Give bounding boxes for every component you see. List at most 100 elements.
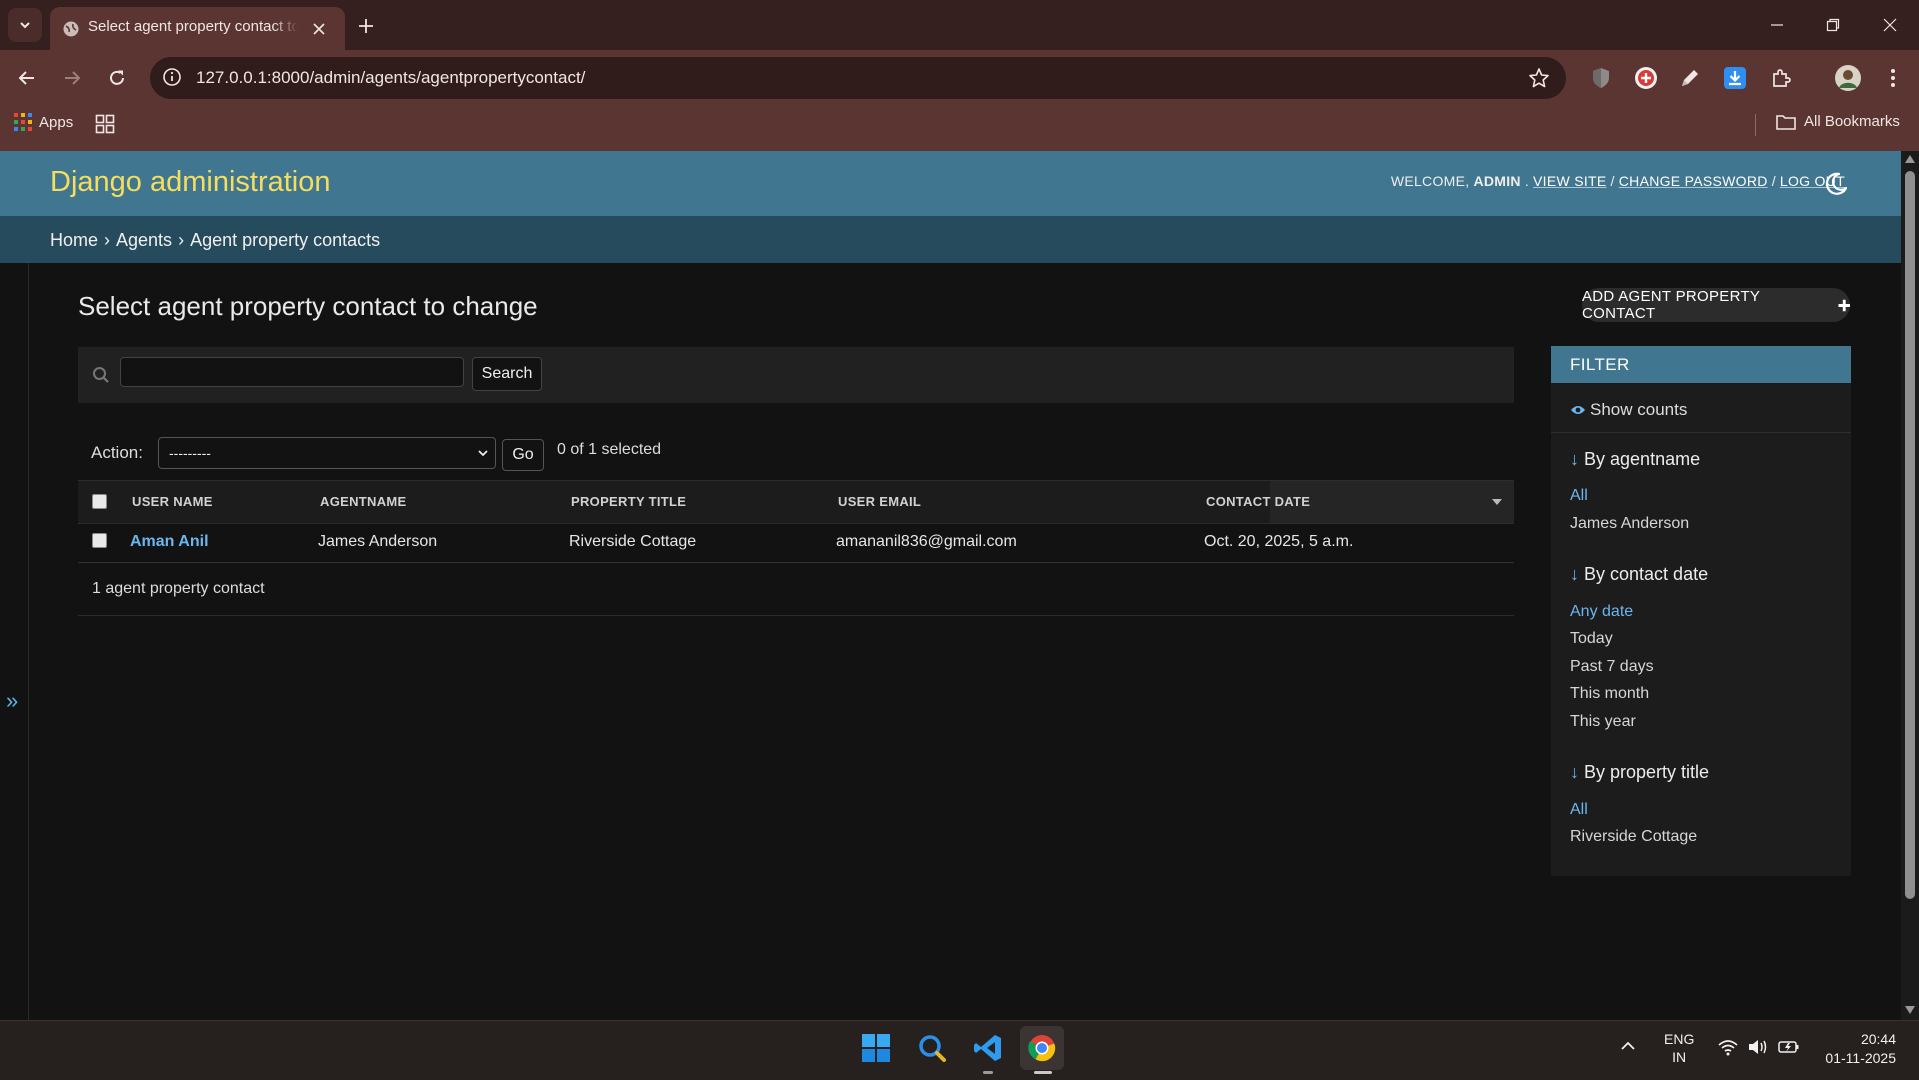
tab-search-icon[interactable] [8,8,42,42]
browser-tab[interactable]: Select agent property contact to change … [50,7,345,50]
action-selected-value: --------- [169,445,211,461]
url-text: 127.0.0.1:8000/admin/agents/agentpropert… [196,68,586,87]
back-icon[interactable] [11,62,43,94]
divider [78,615,1514,616]
go-button[interactable]: Go [502,439,544,471]
user-email-cell: amananil836@gmail.com [836,533,1017,550]
result-count: 1 agent property contact [92,580,265,597]
table-row: Aman Anil James Anderson Riverside Cotta… [78,522,1514,563]
breadcrumb-app[interactable]: Agents [116,230,172,251]
site-info-icon[interactable] [162,67,182,87]
column-header-user-name[interactable]: USER NAME [132,494,213,509]
close-icon[interactable] [308,18,330,40]
nav-sidebar-toggle[interactable]: » [6,688,18,714]
restore-icon[interactable] [1813,10,1853,40]
column-header-property-title[interactable]: PROPERTY TITLE [571,494,686,509]
windows-start-icon[interactable] [854,1026,898,1070]
more-icon[interactable] [1879,64,1907,92]
scroll-up-arrow-icon[interactable] [1905,155,1915,163]
view-site-link[interactable]: VIEW SITE [1533,173,1607,189]
filter-option[interactable]: Today [1570,630,1613,648]
column-header-contact-date[interactable]: CONTACT DATE [1206,494,1310,509]
minimize-icon[interactable] [1757,10,1797,40]
action-label: Action: [91,443,143,462]
all-bookmarks[interactable]: All Bookmarks [1776,113,1900,130]
vscode-icon[interactable] [966,1026,1010,1070]
filter-group-label: By agentname [1584,449,1701,469]
chevron-up-icon[interactable] [1620,1038,1636,1054]
show-counts-link[interactable]: Show counts [1570,400,1687,420]
system-tray[interactable] [1718,1038,1800,1056]
add-agent-property-contact-button[interactable]: ADD AGENT PROPERTY CONTACT [1582,288,1850,322]
tab-title: Select agent property contact to change … [88,18,298,35]
page-scrollbar[interactable] [1901,151,1919,1020]
filter-title: FILTER [1570,355,1630,374]
scroll-down-arrow-icon[interactable] [1905,1006,1915,1014]
filter-option[interactable]: Any date [1570,603,1633,621]
breadcrumb-home[interactable]: Home [50,230,98,251]
plus-icon[interactable] [352,12,380,40]
user-name-link[interactable]: Aman Anil [130,533,209,551]
sort-arrow-icon: ↓ [1570,564,1579,584]
tab-groups-icon[interactable] [95,114,115,134]
column-header-agentname[interactable]: AGENTNAME [320,494,406,509]
date: 01-11-2025 [1825,1050,1896,1066]
filter-group-title: ↓ By agentname [1570,449,1700,470]
close-window-icon[interactable] [1870,10,1910,40]
property-title-cell: Riverside Cottage [569,533,697,550]
plus-icon [1838,299,1850,311]
active-indicator [1034,1071,1052,1074]
filter-group-label: By property title [1584,762,1710,782]
extension-icon[interactable] [1632,64,1660,92]
moon-icon[interactable] [1820,168,1852,200]
filter-option[interactable]: Riverside Cottage [1570,828,1697,846]
chrome-icon[interactable] [1020,1026,1064,1070]
pen-extension-icon[interactable] [1676,64,1704,92]
clock[interactable]: 20:44 01-11-2025 [1810,1030,1896,1068]
search-button[interactable]: Search [472,357,542,391]
select-all-checkbox[interactable] [92,494,107,509]
scrollbar-thumb[interactable] [1905,171,1915,899]
filter-option[interactable]: Past 7 days [1570,658,1654,676]
address-bar[interactable]: 127.0.0.1:8000/admin/agents/agentpropert… [150,57,1566,99]
column-header-user-email[interactable]: USER EMAIL [838,494,921,509]
profile-avatar[interactable] [1834,64,1862,92]
change-password-link[interactable]: CHANGE PASSWORD [1619,173,1768,189]
shield-extension-icon[interactable] [1587,64,1615,92]
sort-arrow-icon: ↓ [1570,449,1579,469]
user-tools-dot: . [1524,173,1530,189]
filter-option[interactable]: James Anderson [1570,515,1689,533]
battery-icon [1778,1041,1799,1053]
chevron-down-icon [477,447,489,459]
filter-option[interactable]: This year [1570,713,1636,731]
forward-icon[interactable] [56,62,88,94]
filter-panel: FILTER Show counts ↓ By agentname All Ja… [1551,346,1851,876]
add-button-label: ADD AGENT PROPERTY CONTACT [1582,288,1760,322]
sort-descending-icon[interactable] [1491,498,1503,506]
selection-counter: 0 of 1 selected [557,441,662,458]
show-counts-label: Show counts [1590,400,1688,419]
filter-option[interactable]: All [1570,801,1588,819]
region-code: IN [1672,1049,1687,1065]
folder-icon [1776,114,1796,130]
site-branding[interactable]: Django administration [50,166,330,199]
puzzle-icon[interactable] [1767,64,1795,92]
reload-icon[interactable] [101,62,133,94]
user-tools-separator: / [1771,173,1776,189]
apps-bookmark[interactable]: Apps [14,113,73,131]
star-icon[interactable] [1528,67,1550,89]
language-indicator[interactable]: ENG IN [1664,1030,1694,1066]
filter-option[interactable]: All [1570,487,1588,505]
breadcrumb-separator: › [178,230,185,250]
row-checkbox[interactable] [92,533,107,548]
filter-group-label: By contact date [1584,564,1709,584]
action-select[interactable]: --------- [158,437,496,469]
time: 20:44 [1860,1031,1896,1047]
breadcrumb-separator: › [104,230,111,250]
search-icon[interactable] [910,1026,954,1070]
apps-grid-icon [14,113,32,131]
download-icon[interactable] [1721,64,1749,92]
breadcrumb-model: Agent property contacts [190,230,381,250]
filter-option[interactable]: This month [1570,685,1649,703]
search-input[interactable] [120,357,464,387]
